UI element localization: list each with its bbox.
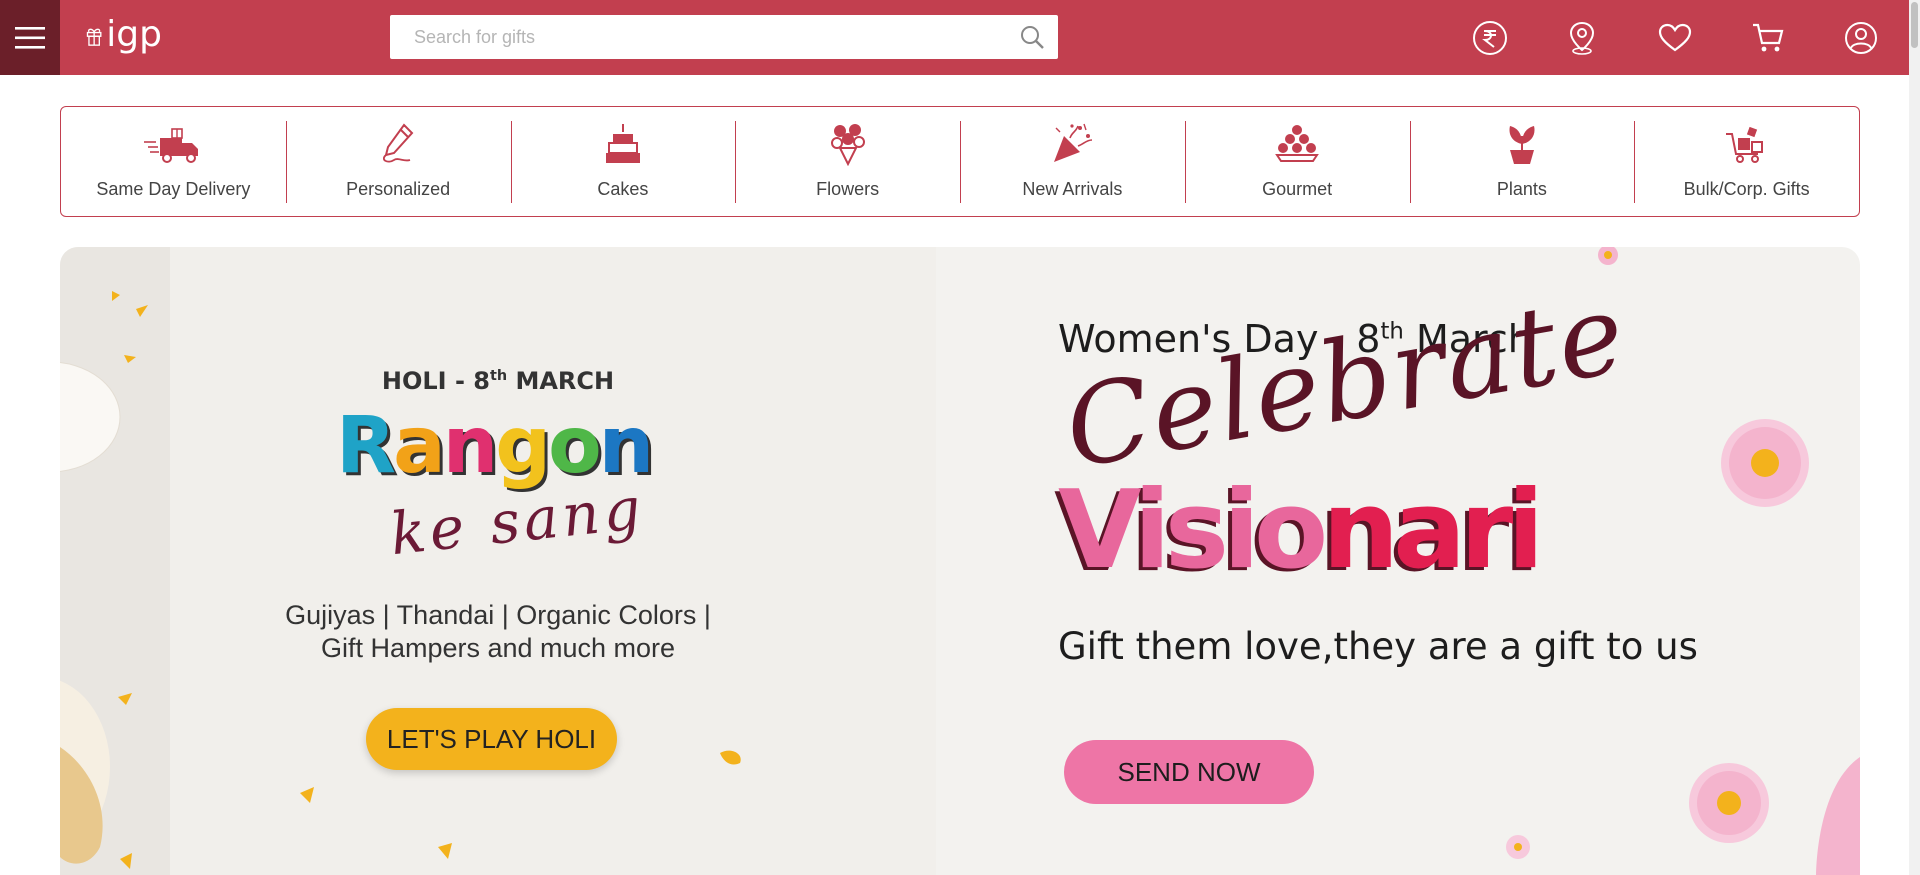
category-label: New Arrivals [1022,179,1123,199]
location-icon[interactable] [1563,19,1601,57]
heart-icon[interactable] [1656,19,1694,57]
holi-date-heading: HOLI - 8th MARCH [381,367,615,395]
category-bulk-corp-gifts[interactable]: Bulk/Corp. Gifts [1634,107,1859,216]
womens-day-tagline: Gift them love,they are a gift to us [1058,625,1698,668]
search-bar [390,15,1058,59]
top-header: igp [0,0,1909,75]
delivery-truck-icon [141,121,205,167]
category-label: Cakes [597,179,649,199]
category-gourmet[interactable]: Gourmet [1184,107,1410,216]
page-scrollbar[interactable] [1909,0,1920,875]
lets-play-holi-button[interactable]: LET'S PLAY HOLI [366,708,617,770]
party-popper-icon [1040,121,1104,167]
category-flowers[interactable]: Flowers [735,107,960,216]
igp-logo[interactable]: igp [86,16,162,58]
cart-icon[interactable] [1749,19,1787,57]
gift-cart-icon [1715,121,1779,167]
plant-pot-icon [1490,121,1554,167]
holi-decoration [60,247,741,875]
holi-banner[interactable]: HOLI - 8th MARCH Rangon ke sang Gujiyas … [60,247,936,875]
rangon-title: Rangon [336,401,654,491]
flower-bouquet-icon [816,121,880,167]
womens-day-banner[interactable]: Women's Day - 8th March Celebrate Vision… [936,247,1860,875]
cake-icon [591,121,655,167]
gift-logo-icon [86,28,102,46]
category-bar: Same Day Delivery Personalized Cakes Flo… [60,106,1860,217]
menu-icon [15,26,45,49]
send-now-button[interactable]: SEND NOW [1064,740,1314,804]
category-plants[interactable]: Plants [1409,107,1635,216]
category-label: Flowers [816,179,880,199]
category-personalized[interactable]: Personalized [285,107,511,216]
category-label: Plants [1496,179,1547,199]
pencil-icon [366,121,430,167]
category-same-day-delivery[interactable]: Same Day Delivery [61,107,286,216]
scrollbar-thumb[interactable] [1911,2,1918,48]
category-label: Gourmet [1262,179,1333,199]
category-label: Bulk/Corp. Gifts [1683,179,1810,199]
category-label: Same Day Delivery [96,179,251,199]
category-new-arrivals[interactable]: New Arrivals [960,107,1185,216]
logo-text: igp [106,14,162,55]
rupee-icon[interactable] [1471,19,1509,57]
search-input[interactable] [390,15,1010,59]
search-icon[interactable] [1010,15,1054,59]
account-icon[interactable] [1842,19,1880,57]
visionari-title: Visionari [1058,468,1544,593]
category-label: Personalized [346,179,451,199]
category-cakes[interactable]: Cakes [510,107,736,216]
holi-description: Gujiyas | Thandai | Organic Colors | Gif… [285,600,711,663]
menu-button[interactable] [0,0,60,75]
sweets-platter-icon [1265,121,1329,167]
